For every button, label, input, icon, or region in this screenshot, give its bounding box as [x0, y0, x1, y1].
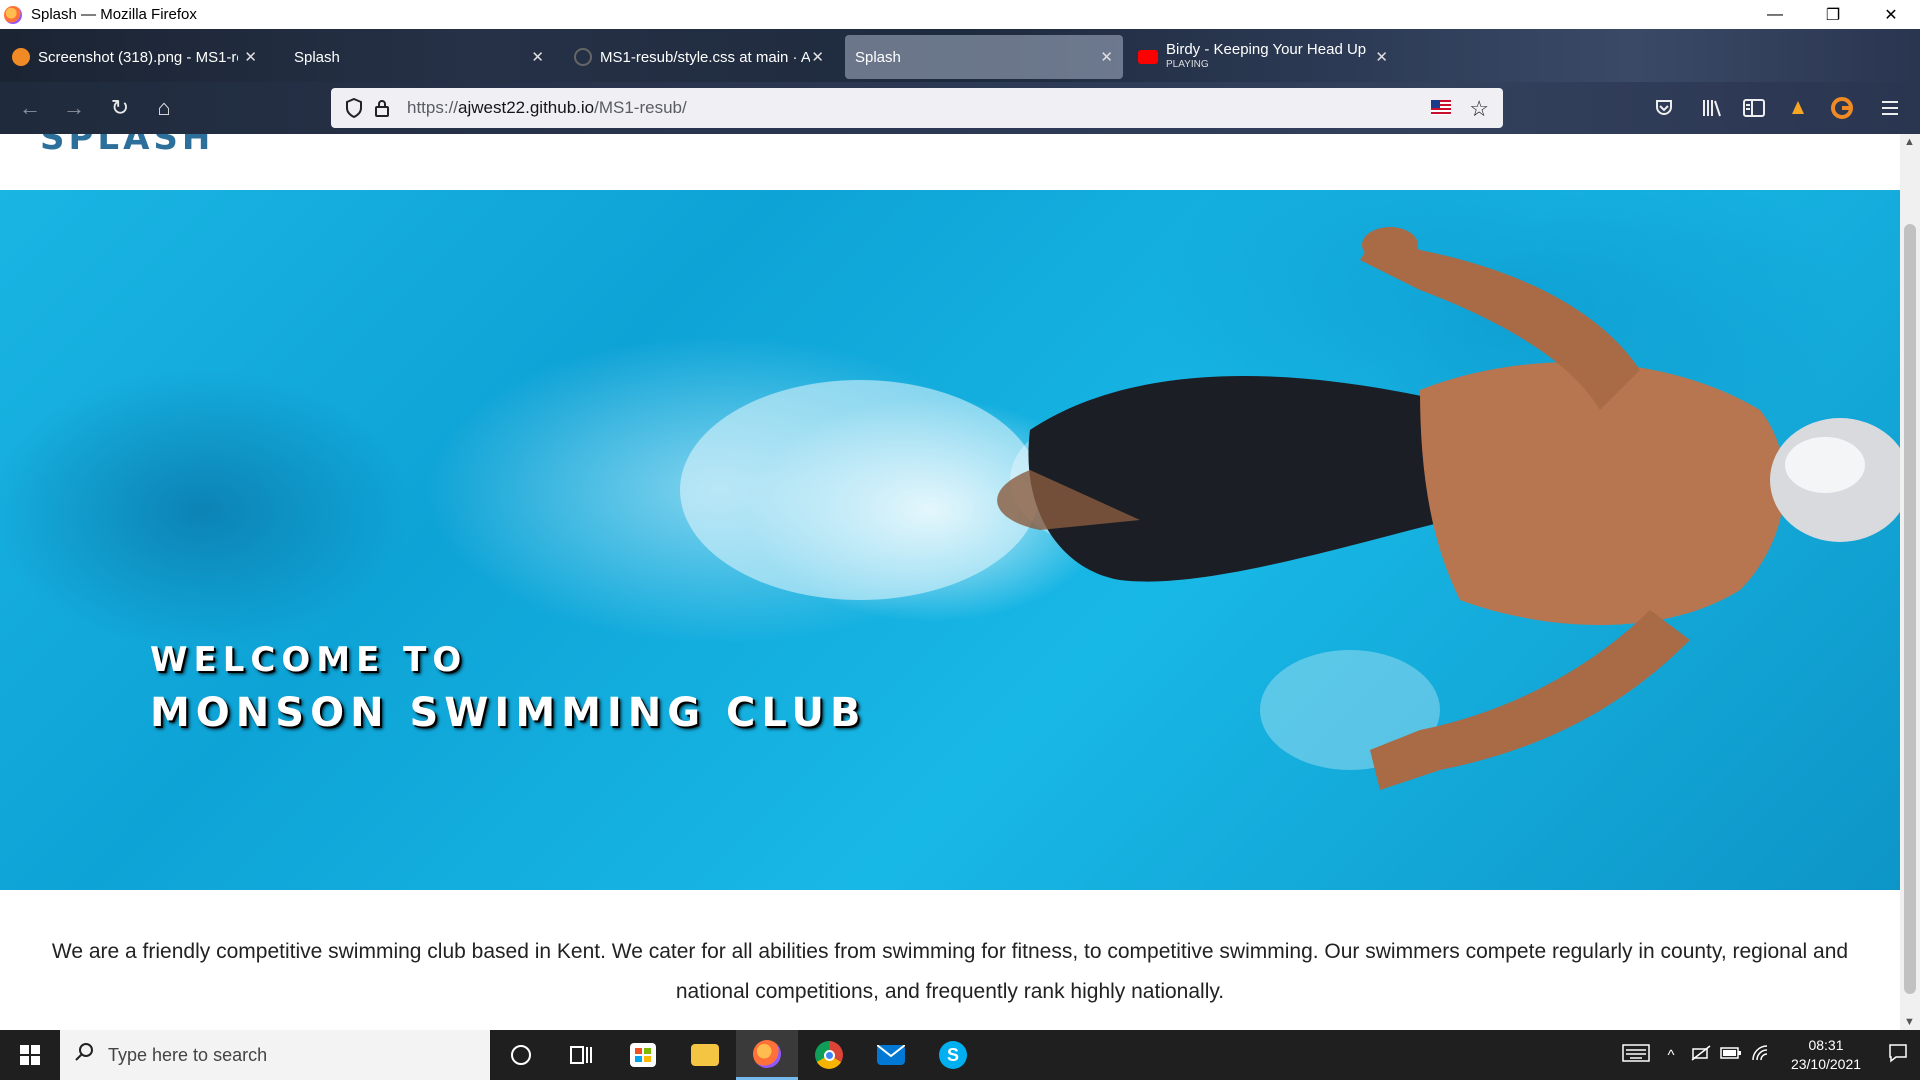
- tab-close-icon[interactable]: ✕: [811, 48, 824, 66]
- shield-icon[interactable]: [343, 97, 365, 119]
- url-text[interactable]: https://ajwest22.github.io/MS1-resub/: [407, 98, 687, 118]
- bookmark-star-icon[interactable]: ☆: [1469, 96, 1489, 122]
- tab-splash-active[interactable]: Splash ✕: [845, 35, 1123, 79]
- menu-hamburger-icon[interactable]: [1878, 96, 1902, 120]
- scroll-up-arrow-icon[interactable]: ▲: [1904, 136, 1915, 148]
- system-clock[interactable]: 08:31 23/10/2021: [1776, 1036, 1876, 1074]
- hero-line-club: MONSON SWIMMING CLUB: [150, 690, 867, 736]
- battery-icon[interactable]: [1716, 1046, 1746, 1064]
- window-controls: — ❐ ✕: [1746, 0, 1920, 29]
- tab-label: Birdy - Keeping Your Head Up: [1166, 41, 1367, 58]
- tab-close-icon[interactable]: ✕: [1100, 48, 1113, 66]
- site-logo[interactable]: SPLASH: [40, 134, 214, 158]
- tab-favicon-icon: [12, 48, 30, 66]
- tab-close-icon[interactable]: ✕: [531, 48, 544, 66]
- taskbar-skype[interactable]: S: [922, 1030, 984, 1080]
- start-button[interactable]: [0, 1030, 60, 1080]
- store-icon: [630, 1043, 656, 1067]
- tab-playing-label: PLAYING: [1166, 59, 1209, 70]
- minimize-button[interactable]: —: [1746, 0, 1804, 29]
- windows-logo-icon: [20, 1045, 40, 1065]
- us-flag-icon[interactable]: [1431, 100, 1451, 115]
- hero-image: WELCOME TO MONSON SWIMMING CLUB: [0, 190, 1900, 890]
- taskbar-file-explorer[interactable]: [674, 1030, 736, 1080]
- scroll-down-arrow-icon[interactable]: ▼: [1904, 1016, 1915, 1028]
- taskbar-chrome[interactable]: [798, 1030, 860, 1080]
- swimmer-illustration: [680, 227, 1900, 790]
- forward-button[interactable]: →: [60, 94, 88, 122]
- extension-icon[interactable]: [1786, 96, 1810, 120]
- library-icon[interactable]: [1700, 96, 1724, 120]
- tab-label: Splash: [855, 48, 901, 66]
- search-placeholder: Type here to search: [108, 1044, 268, 1065]
- action-center-icon[interactable]: [1876, 1043, 1920, 1068]
- page-viewport: SPLASH WELCOME TO MONSON SWIMMING CLUB W…: [0, 134, 1900, 1030]
- url-bar[interactable]: https://ajwest22.github.io/MS1-resub/ ☆: [331, 88, 1503, 128]
- task-view-icon: [570, 1046, 592, 1064]
- url-path: /MS1-resub/: [594, 98, 687, 117]
- tab-label: MS1-resub/style.css at main · AJ: [600, 48, 810, 66]
- youtube-favicon-icon: [1138, 50, 1158, 64]
- cortana-circle-icon: [511, 1045, 531, 1065]
- reload-button[interactable]: ↻: [106, 94, 134, 122]
- tab-youtube-playing[interactable]: Birdy - Keeping Your Head Up PLAYING ✕: [1138, 35, 1398, 79]
- tab-close-icon[interactable]: ✕: [244, 48, 257, 66]
- page-scrollbar[interactable]: ▲ ▼: [1900, 134, 1920, 1030]
- chrome-icon: [815, 1041, 843, 1069]
- mail-icon: [877, 1045, 905, 1065]
- folder-icon: [691, 1044, 719, 1066]
- tab-label: Splash: [294, 48, 340, 66]
- search-icon: [74, 1042, 94, 1068]
- cortana-button[interactable]: [490, 1030, 552, 1080]
- firefox-icon: [753, 1039, 781, 1068]
- skype-icon: S: [939, 1041, 967, 1069]
- hero-line-welcome: WELCOME TO: [150, 640, 468, 680]
- tab-github-style[interactable]: MS1-resub/style.css at main · AJ ✕: [574, 35, 834, 79]
- tab-bar: Screenshot (318).png - MS1-resub ✕ Splas…: [0, 29, 1920, 82]
- restore-button[interactable]: ❐: [1804, 0, 1862, 29]
- navigation-toolbar: ← → ↻ ⌂ https://ajwest22.github.io/MS1-r…: [0, 82, 1920, 134]
- clock-time: 08:31: [1808, 1037, 1844, 1053]
- tab-text-group: Birdy - Keeping Your Head Up PLAYING: [1166, 42, 1366, 72]
- tab-label: Screenshot (318).png - MS1-resub: [38, 48, 238, 66]
- pocket-icon[interactable]: [1652, 96, 1676, 120]
- taskbar-store[interactable]: [612, 1030, 674, 1080]
- url-domain: ajwest22.github.io: [458, 98, 595, 117]
- url-prefix: https://: [407, 98, 459, 117]
- keyboard-icon[interactable]: [1616, 1044, 1656, 1066]
- intro-paragraph: We are a friendly competitive swimming c…: [51, 940, 1849, 1003]
- wifi-icon[interactable]: [1746, 1045, 1776, 1065]
- tab-splash-1[interactable]: Splash ✕: [294, 35, 554, 79]
- windows-taskbar: Type here to search S ^ 08:31 23/10/2021: [0, 1030, 1920, 1080]
- system-tray: ^ 08:31 23/10/2021: [1616, 1030, 1920, 1080]
- network-disconnected-icon[interactable]: [1686, 1045, 1716, 1065]
- taskbar-mail[interactable]: [860, 1030, 922, 1080]
- extension-g-icon[interactable]: [1830, 96, 1854, 120]
- lock-icon[interactable]: [371, 97, 393, 119]
- github-favicon-icon: [574, 48, 592, 66]
- taskbar-search[interactable]: Type here to search: [60, 1030, 490, 1080]
- tab-screenshot[interactable]: Screenshot (318).png - MS1-resub ✕: [12, 35, 267, 79]
- clock-date: 23/10/2021: [1790, 1056, 1862, 1072]
- back-button[interactable]: ←: [16, 94, 44, 122]
- home-button[interactable]: ⌂: [150, 94, 178, 122]
- chevron-up-icon[interactable]: ^: [1656, 1047, 1686, 1064]
- task-view-button[interactable]: [550, 1030, 612, 1080]
- taskbar-firefox[interactable]: [736, 1030, 798, 1080]
- chrome-center: [823, 1049, 835, 1061]
- scrollbar-thumb[interactable]: [1904, 224, 1916, 994]
- hero-heading: WELCOME TO MONSON SWIMMING CLUB: [150, 640, 866, 736]
- window-title: Splash — Mozilla Firefox: [31, 6, 197, 23]
- firefox-logo-icon: [4, 5, 22, 24]
- window-titlebar: Splash — Mozilla Firefox — ❐ ✕: [0, 0, 1920, 29]
- close-window-button[interactable]: ✕: [1862, 0, 1920, 29]
- tab-close-icon[interactable]: ✕: [1375, 48, 1388, 66]
- sidebar-icon[interactable]: [1742, 96, 1766, 120]
